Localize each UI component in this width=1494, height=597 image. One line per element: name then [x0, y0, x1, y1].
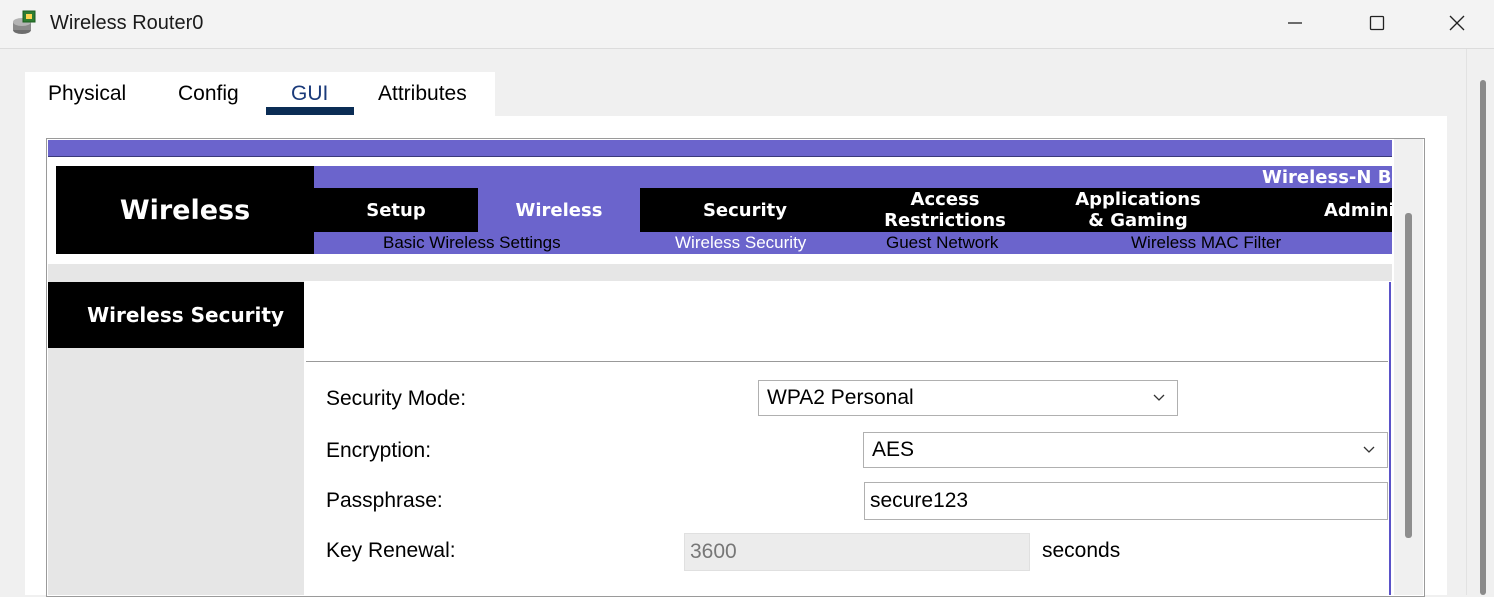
- security-mode-label: Security Mode:: [326, 387, 467, 410]
- menu-security[interactable]: Security: [640, 188, 850, 232]
- encryption-label: Encryption:: [326, 439, 432, 462]
- menu-apps-line2: & Gaming: [1088, 210, 1188, 231]
- maximize-icon: [1369, 15, 1385, 31]
- key-renewal-unit: seconds: [1042, 539, 1121, 562]
- submenu-wireless-mac-filter[interactable]: Wireless MAC Filter: [1131, 232, 1281, 254]
- section-title: Wireless Security: [48, 282, 304, 348]
- submenu-guest-network[interactable]: Guest Network: [886, 232, 998, 254]
- submenu-bar: Basic Wireless Settings Wireless Securit…: [314, 232, 1392, 254]
- divider: [306, 361, 1388, 362]
- menu-access-restrictions[interactable]: Access Restrictions: [850, 188, 1040, 232]
- menu-access-line1: Access: [910, 189, 980, 210]
- model-strip: Wireless-N B: [314, 166, 1392, 188]
- chevron-down-icon: [1153, 394, 1165, 401]
- chevron-down-icon: [1363, 446, 1375, 453]
- main-menu: Setup Wireless Security Access Restrictio…: [314, 188, 1392, 232]
- submenu-basic-wireless-settings[interactable]: Basic Wireless Settings: [383, 232, 561, 254]
- encryption-value: AES: [872, 438, 915, 461]
- menu-wireless[interactable]: Wireless: [478, 188, 640, 232]
- window-title: Wireless Router0: [50, 12, 204, 34]
- minimize-icon: [1288, 22, 1302, 24]
- encryption-select[interactable]: AES: [863, 432, 1388, 468]
- outer-scrollbar-thumb[interactable]: [1480, 80, 1486, 595]
- passphrase-label: Passphrase:: [326, 489, 443, 512]
- menu-setup[interactable]: Setup: [314, 188, 478, 232]
- tab-config[interactable]: Config: [178, 82, 239, 106]
- submenu-wireless-security[interactable]: Wireless Security: [675, 232, 806, 254]
- menu-access-line2: Restrictions: [884, 210, 1006, 231]
- section-brand-label: Wireless: [56, 166, 314, 254]
- content-right-border: [1389, 282, 1391, 595]
- passphrase-input[interactable]: secure123: [864, 482, 1388, 520]
- maximize-button[interactable]: [1337, 0, 1417, 46]
- menu-administration[interactable]: Admini: [1236, 188, 1392, 232]
- key-renewal-input[interactable]: 3600: [684, 533, 1030, 571]
- router-top-bar: [48, 140, 1392, 157]
- active-tab-indicator: [266, 107, 354, 115]
- minimize-button[interactable]: [1255, 0, 1335, 46]
- tab-physical[interactable]: Physical: [48, 82, 126, 106]
- security-mode-select[interactable]: WPA2 Personal: [758, 380, 1178, 416]
- tab-gui[interactable]: GUI: [291, 82, 328, 106]
- router-app-icon: [12, 10, 38, 36]
- router-web-page: Wireless Wireless-N B Setup Wireless Sec…: [48, 140, 1392, 595]
- gui-scrollbar-thumb[interactable]: [1405, 213, 1412, 538]
- separator-bar: [48, 264, 1392, 281]
- security-mode-value: WPA2 Personal: [767, 386, 914, 409]
- model-label: Wireless-N B: [1262, 167, 1392, 188]
- key-renewal-label: Key Renewal:: [326, 539, 456, 562]
- close-icon: [1449, 15, 1465, 31]
- close-button[interactable]: [1417, 0, 1494, 46]
- tab-attributes[interactable]: Attributes: [378, 82, 467, 106]
- menu-apps-line1: Applications: [1075, 189, 1201, 210]
- menu-applications-gaming[interactable]: Applications & Gaming: [1040, 188, 1236, 232]
- title-bar: Wireless Router0: [0, 0, 1494, 49]
